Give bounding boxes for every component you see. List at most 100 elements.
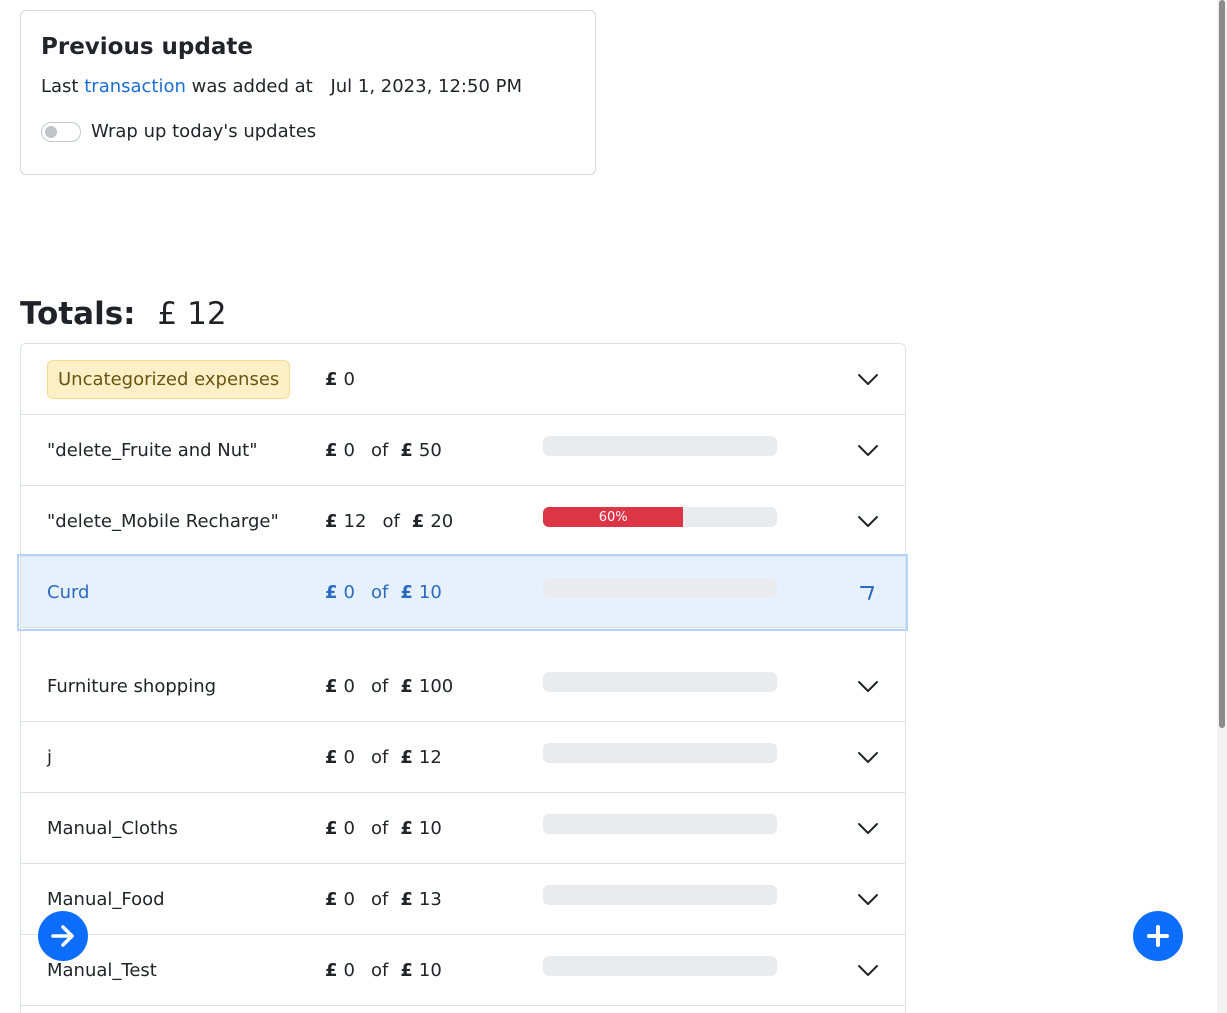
limit-amount: 10	[418, 960, 442, 981]
totals-currency: £	[157, 296, 178, 332]
totals-amount: £ 12	[158, 296, 227, 332]
spent-amount: 0	[343, 889, 355, 910]
plus-icon	[1147, 925, 1169, 947]
spent-amount: 0	[343, 369, 355, 390]
budget-progress-bar	[543, 436, 777, 456]
currency-symbol: £	[325, 818, 338, 839]
budget-progress-bar	[543, 956, 777, 976]
budget-progress-bar	[543, 672, 777, 692]
totals-label: Totals:	[20, 296, 136, 332]
budget-name: "delete_Mobile Recharge"	[47, 486, 279, 557]
budget-amounts: £0	[325, 344, 355, 415]
spent-amount: 0	[343, 960, 355, 981]
chevron-down-icon[interactable]	[855, 437, 881, 463]
budget-amounts: £0 of £10	[325, 793, 442, 864]
budget-row[interactable]: Furniture shopping £0 of £100	[21, 651, 905, 722]
of-label: of	[370, 818, 389, 839]
scrollbar-thumb[interactable]	[1219, 0, 1225, 728]
spent-amount: 0	[343, 440, 355, 461]
budget-name-label: j	[47, 747, 53, 768]
budget-name: Furniture shopping	[47, 651, 216, 722]
wrap-up-toggle[interactable]	[41, 121, 81, 142]
chevron-down-icon[interactable]	[855, 508, 881, 534]
transaction-link[interactable]: transaction	[84, 76, 186, 97]
budget-name-label: Manual_Food	[47, 889, 165, 910]
chevron-down-icon[interactable]	[855, 957, 881, 983]
limit-amount: 12	[418, 747, 442, 768]
of-label: of	[370, 676, 389, 697]
currency-symbol: £	[325, 582, 338, 603]
totals-heading: Totals: £ 12	[20, 296, 227, 332]
currency-symbol: £	[400, 747, 413, 768]
wrap-up-toggle-label: Wrap up today's updates	[91, 121, 317, 142]
added-at-label: was added at	[191, 76, 313, 97]
limit-amount: 13	[418, 889, 442, 910]
chevron-down-icon[interactable]	[855, 744, 881, 770]
budget-progress-bar: 60%	[543, 507, 777, 527]
currency-symbol: £	[400, 676, 413, 697]
wrap-up-toggle-row: Wrap up today's updates	[41, 121, 575, 142]
chevron-down-icon[interactable]	[855, 815, 881, 841]
budget-amounts: £0 of £100	[325, 651, 453, 722]
spent-amount: 0	[343, 676, 355, 697]
budget-amounts: £0 of £12	[325, 722, 442, 793]
next-fab-button[interactable]	[38, 911, 88, 961]
spent-amount: 0	[343, 747, 355, 768]
currency-symbol: £	[400, 960, 413, 981]
budget-name-label: "delete_Mobile Recharge"	[47, 511, 279, 532]
chevron-down-icon[interactable]	[855, 366, 881, 392]
currency-symbol: £	[400, 582, 413, 603]
currency-symbol: £	[325, 511, 338, 532]
budget-name-label: Manual_Cloths	[47, 818, 178, 839]
limit-amount: 20	[430, 511, 454, 532]
budget-amounts: £0 of £50	[325, 415, 442, 486]
budget-amounts: £0 of £10	[325, 935, 442, 1006]
chevron-down-icon[interactable]	[855, 673, 881, 699]
of-label: of	[370, 582, 389, 603]
budget-row[interactable]: Manual_Cloths £0 of £10	[21, 793, 905, 864]
currency-symbol: £	[325, 676, 338, 697]
of-label: of	[370, 440, 389, 461]
of-label: of	[370, 960, 389, 981]
budget-name: "delete_Fruite and Nut"	[47, 415, 258, 486]
budget-row[interactable]: Curd £0 of £10	[21, 557, 905, 628]
budget-name-label: Curd	[47, 582, 90, 603]
limit-amount: 10	[418, 818, 442, 839]
budget-list: Uncategorized expenses £0 "delete_Fruite a…	[20, 343, 906, 1013]
previous-update-title: Previous update	[41, 34, 253, 60]
chevron-down-icon[interactable]	[855, 886, 881, 912]
budget-name-label: Furniture shopping	[47, 676, 217, 697]
budget-amounts: £0 of £13	[325, 864, 442, 935]
currency-symbol: £	[325, 747, 338, 768]
budget-name: Curd	[47, 557, 90, 628]
last-label: Last	[41, 76, 79, 97]
currency-symbol: £	[411, 511, 425, 532]
previous-update-card: Previous update Last transaction was add…	[20, 10, 596, 175]
budget-row[interactable]: "delete_Mobile Recharge" £12 of £20 60%	[21, 486, 905, 557]
budget-row[interactable]: Manual_Food £0 of £13	[21, 864, 905, 935]
of-label: of	[370, 747, 389, 768]
budget-progress-bar	[543, 885, 777, 905]
of-label: of	[382, 511, 400, 532]
chevron-rotating-icon[interactable]	[855, 579, 881, 605]
spent-amount: 12	[343, 511, 367, 532]
add-budget-fab-button[interactable]	[1133, 911, 1183, 961]
budget-name: Manual_Cloths	[47, 793, 178, 864]
uncategorized-badge: Uncategorized expenses	[47, 360, 291, 399]
budget-progress-bar	[543, 814, 777, 834]
currency-symbol: £	[325, 440, 338, 461]
last-transaction-text: Last transaction was added at Jul 1, 202…	[41, 73, 575, 101]
currency-symbol: £	[400, 440, 413, 461]
budget-row[interactable]: "delete_Fruite and Nut" £0 of £50	[21, 415, 905, 486]
limit-amount: 10	[418, 582, 442, 603]
of-label: of	[370, 889, 389, 910]
budget-name-label: Manual_Test	[47, 960, 157, 981]
page-scrollbar[interactable]	[1217, 0, 1227, 1013]
currency-symbol: £	[325, 960, 338, 981]
budget-progress-bar	[543, 743, 777, 763]
budget-progress-bar	[543, 578, 777, 598]
budget-row[interactable]: Manual_Test £0 of £10	[21, 935, 905, 1006]
budget-row[interactable]: j £0 of £12	[21, 722, 905, 793]
budget-row[interactable]: Uncategorized expenses £0	[21, 344, 905, 415]
budget-name: Uncategorized expenses	[47, 344, 291, 415]
